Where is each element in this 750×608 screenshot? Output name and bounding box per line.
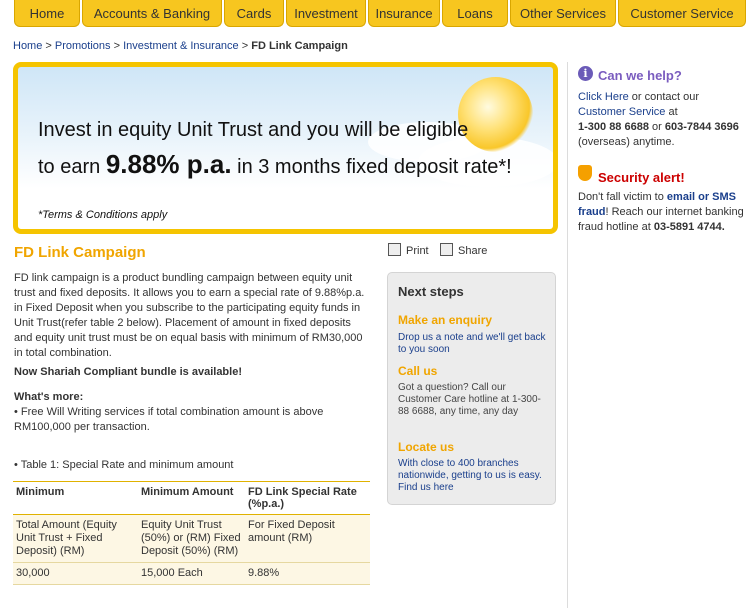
call-heading: Call us: [398, 364, 438, 378]
breadcrumb-investment-insurance[interactable]: Investment & Insurance: [123, 40, 239, 52]
whats-more-heading: What's more:: [14, 391, 84, 403]
banner-headline: Invest in equity Unit Trust and you will…: [38, 119, 469, 141]
locate-heading[interactable]: Locate us: [398, 440, 454, 454]
nav-tab-label: Customer Service: [630, 6, 734, 21]
breadcrumb-current: FD Link Campaign: [251, 40, 348, 52]
page-title: FD Link Campaign: [14, 244, 146, 261]
banner-rate: 9.88% p.a.: [105, 149, 232, 179]
call-text: Got a question? Call our Customer Care h…: [398, 382, 541, 417]
shield-icon: [578, 165, 592, 181]
sidebar-divider: [567, 62, 568, 608]
table-header: FD Link Special Rate (%p.a.): [245, 481, 370, 515]
nav-tab-cards[interactable]: Cards: [224, 0, 284, 27]
top-navigation: Home Accounts & Banking Cards Investment…: [0, 0, 750, 27]
shariah-notice: Now Shariah Compliant bundle is availabl…: [14, 366, 242, 378]
rates-table: Minimum Minimum Amount FD Link Special R…: [13, 481, 370, 585]
help-text-part: or: [652, 121, 662, 133]
help-phone: 603-7844 3696: [664, 121, 739, 133]
table-cell: 9.88%: [245, 562, 370, 585]
table-header: Minimum: [13, 481, 138, 515]
sun-illustration: [458, 77, 533, 152]
next-steps-title: Next steps: [398, 284, 464, 299]
table-caption: • Table 1: Special Rate and minimum amou…: [14, 459, 234, 471]
table-cell: 15,000 Each: [138, 562, 245, 585]
table-cell: Total Amount (Equity Unit Trust + Fixed …: [13, 514, 138, 563]
nav-tab-home[interactable]: Home: [14, 0, 80, 27]
nav-tab-label: Investment: [294, 6, 358, 21]
table-header: Minimum Amount: [138, 481, 245, 515]
help-title: Can we help?: [598, 68, 682, 83]
security-alert-text: Don't fall victim to email or SMS fraud!…: [578, 190, 748, 235]
info-icon: i: [578, 66, 593, 81]
nav-tab-insurance[interactable]: Insurance: [368, 0, 440, 27]
share-button[interactable]: Share: [440, 243, 487, 257]
promo-banner: Invest in equity Unit Trust and you will…: [13, 62, 558, 234]
customer-service-link[interactable]: Customer Service: [578, 106, 665, 118]
table-cell: For Fixed Deposit amount (RM): [245, 514, 370, 563]
nav-tab-loans[interactable]: Loans: [442, 0, 508, 27]
nav-tab-other-services[interactable]: Other Services: [510, 0, 616, 27]
breadcrumb-separator: >: [113, 40, 121, 52]
help-text-part: at: [668, 106, 678, 118]
banner-subheadline: to earn 9.88% p.a. in 3 months fixed dep…: [38, 149, 512, 180]
table-header-row: Minimum Minimum Amount FD Link Special R…: [13, 481, 370, 515]
nav-tab-label: Loans: [457, 6, 493, 21]
share-label: Share: [458, 245, 488, 257]
print-button[interactable]: Print: [388, 243, 429, 257]
help-phone: 1-300 88 6688: [578, 121, 649, 133]
banner-text: in 3 months fixed deposit rate*!: [237, 156, 512, 178]
printer-icon: [388, 243, 401, 256]
breadcrumb-promotions[interactable]: Promotions: [55, 40, 111, 52]
security-text-part: Don't fall victim to: [578, 191, 664, 203]
banner-text: to earn: [38, 156, 101, 178]
breadcrumb: Home > Promotions > Investment & Insuran…: [13, 40, 348, 52]
fraud-hotline: 03-5891 4744.: [653, 221, 725, 233]
intro-paragraph: FD link campaign is a product bundling c…: [14, 272, 365, 359]
breadcrumb-separator: >: [241, 40, 249, 52]
security-alert-title: Security alert!: [598, 170, 685, 185]
table-row: Total Amount (Equity Unit Trust + Fixed …: [13, 514, 370, 563]
breadcrumb-separator: >: [45, 40, 52, 52]
nav-tab-label: Other Services: [520, 6, 606, 21]
nav-tab-investment[interactable]: Investment: [286, 0, 366, 27]
help-text-part: or contact our: [631, 91, 700, 103]
whats-more-item: • Free Will Writing services if total co…: [14, 406, 324, 433]
nav-tab-accounts-banking[interactable]: Accounts & Banking: [82, 0, 222, 27]
table-row: 30,000 15,000 Each 9.88%: [13, 562, 370, 585]
nav-tab-customer-service[interactable]: Customer Service: [618, 0, 746, 27]
share-icon: [440, 243, 453, 256]
help-text: Click Here or contact our Customer Servi…: [578, 90, 746, 150]
table-cell: 30,000: [13, 562, 138, 585]
help-text-part: (overseas) anytime.: [578, 136, 675, 148]
enquiry-link[interactable]: Drop us a note and we'll get back to you…: [398, 332, 548, 356]
banner-terms: *Terms & Conditions apply: [38, 209, 168, 221]
locate-link[interactable]: With close to 400 branches nationwide, g…: [398, 458, 548, 494]
next-steps-box: Next steps Make an enquiry Drop us a not…: [387, 272, 556, 505]
click-here-link[interactable]: Click Here: [578, 91, 629, 103]
table-cell: Equity Unit Trust (50%) or (RM) Fixed De…: [138, 514, 245, 563]
nav-tab-label: Cards: [236, 6, 272, 21]
print-label: Print: [406, 245, 429, 257]
nav-tab-label: Home: [29, 6, 65, 21]
nav-tab-label: Insurance: [375, 6, 433, 21]
enquiry-heading[interactable]: Make an enquiry: [398, 313, 492, 327]
nav-tab-label: Accounts & Banking: [93, 6, 211, 21]
breadcrumb-home[interactable]: Home: [13, 40, 42, 52]
